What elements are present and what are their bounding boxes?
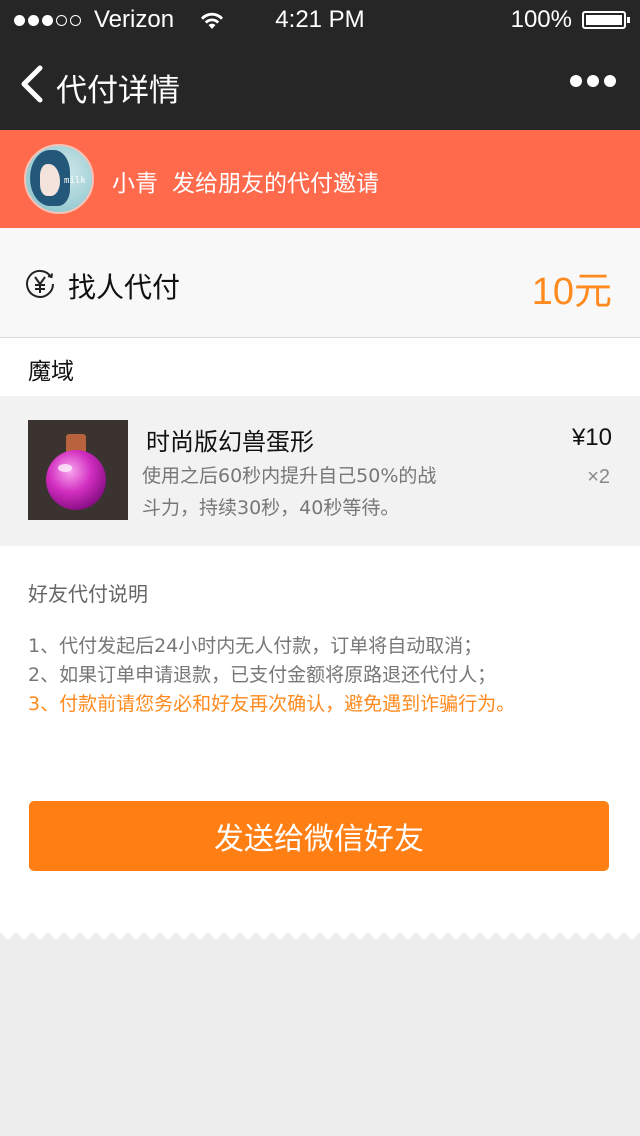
pay-amount: 10元 <box>531 271 612 313</box>
pay-label: 找人代付 <box>68 271 181 304</box>
pay-summary: 找人代付 10元 <box>0 228 640 338</box>
status-right: 100% <box>510 6 630 34</box>
notes-title: 好友代付说明 <box>28 582 148 606</box>
zigzag-edge <box>0 922 640 940</box>
more-dots-icon[interactable] <box>570 75 616 87</box>
item-price: ¥10 <box>571 424 612 451</box>
item-desc-line2: 斗力，持续30秒，40秒等待。 <box>142 497 400 519</box>
item-description: 使用之后60秒内提升自己50%的战 斗力，持续30秒，40秒等待。 <box>142 460 462 524</box>
note-item-warning: 3、付款前请您务必和好友再次确认，避免遇到诈骗行为。 <box>28 693 516 715</box>
invite-message: 发给朋友的代付邀请 <box>172 171 379 197</box>
order-item: 时尚版幻兽蛋形 使用之后60秒内提升自己50%的战 斗力，持续30秒，40秒等待… <box>0 396 640 546</box>
chevron-left-icon[interactable] <box>18 64 48 104</box>
note-item: 1、代付发起后24小时内无人付款，订单将自动取消； <box>28 635 483 657</box>
potion-image <box>28 420 128 520</box>
send-to-wechat-friend-button[interactable]: 发送给微信好友 <box>29 801 609 871</box>
notes-list: 1、代付发起后24小时内无人付款，订单将自动取消； 2、如果订单申请退款，已支付… <box>28 632 515 719</box>
notes-section: 好友代付说明 1、代付发起后24小时内无人付款，订单将自动取消； 2、如果订单申… <box>0 546 640 931</box>
invite-banner: milk 小青 发给朋友的代付邀请 <box>0 130 640 228</box>
avatar: milk <box>24 144 94 214</box>
item-title: 时尚版幻兽蛋形 <box>146 428 314 456</box>
inviter-name: 小青 <box>112 171 158 197</box>
item-desc-line1: 使用之后60秒内提升自己50%的战 <box>142 465 437 487</box>
status-bar: Verizon 4:21 PM 100% <box>0 0 640 40</box>
avatar-text: milk <box>64 176 86 186</box>
yen-circle-icon <box>26 269 54 298</box>
page-title: 代付详情 <box>56 73 180 109</box>
item-quantity: ×2 <box>587 466 610 488</box>
battery-icon <box>582 11 630 29</box>
battery-percent: 100% <box>510 6 572 33</box>
game-name: 魔域 <box>28 359 74 385</box>
note-item: 2、如果订单申请退款，已支付金额将原路退还代付人； <box>28 664 497 686</box>
nav-bar: 代付详情 <box>0 40 640 130</box>
invite-text: 小青 发给朋友的代付邀请 <box>112 164 379 198</box>
game-section: 魔域 <box>0 338 640 396</box>
